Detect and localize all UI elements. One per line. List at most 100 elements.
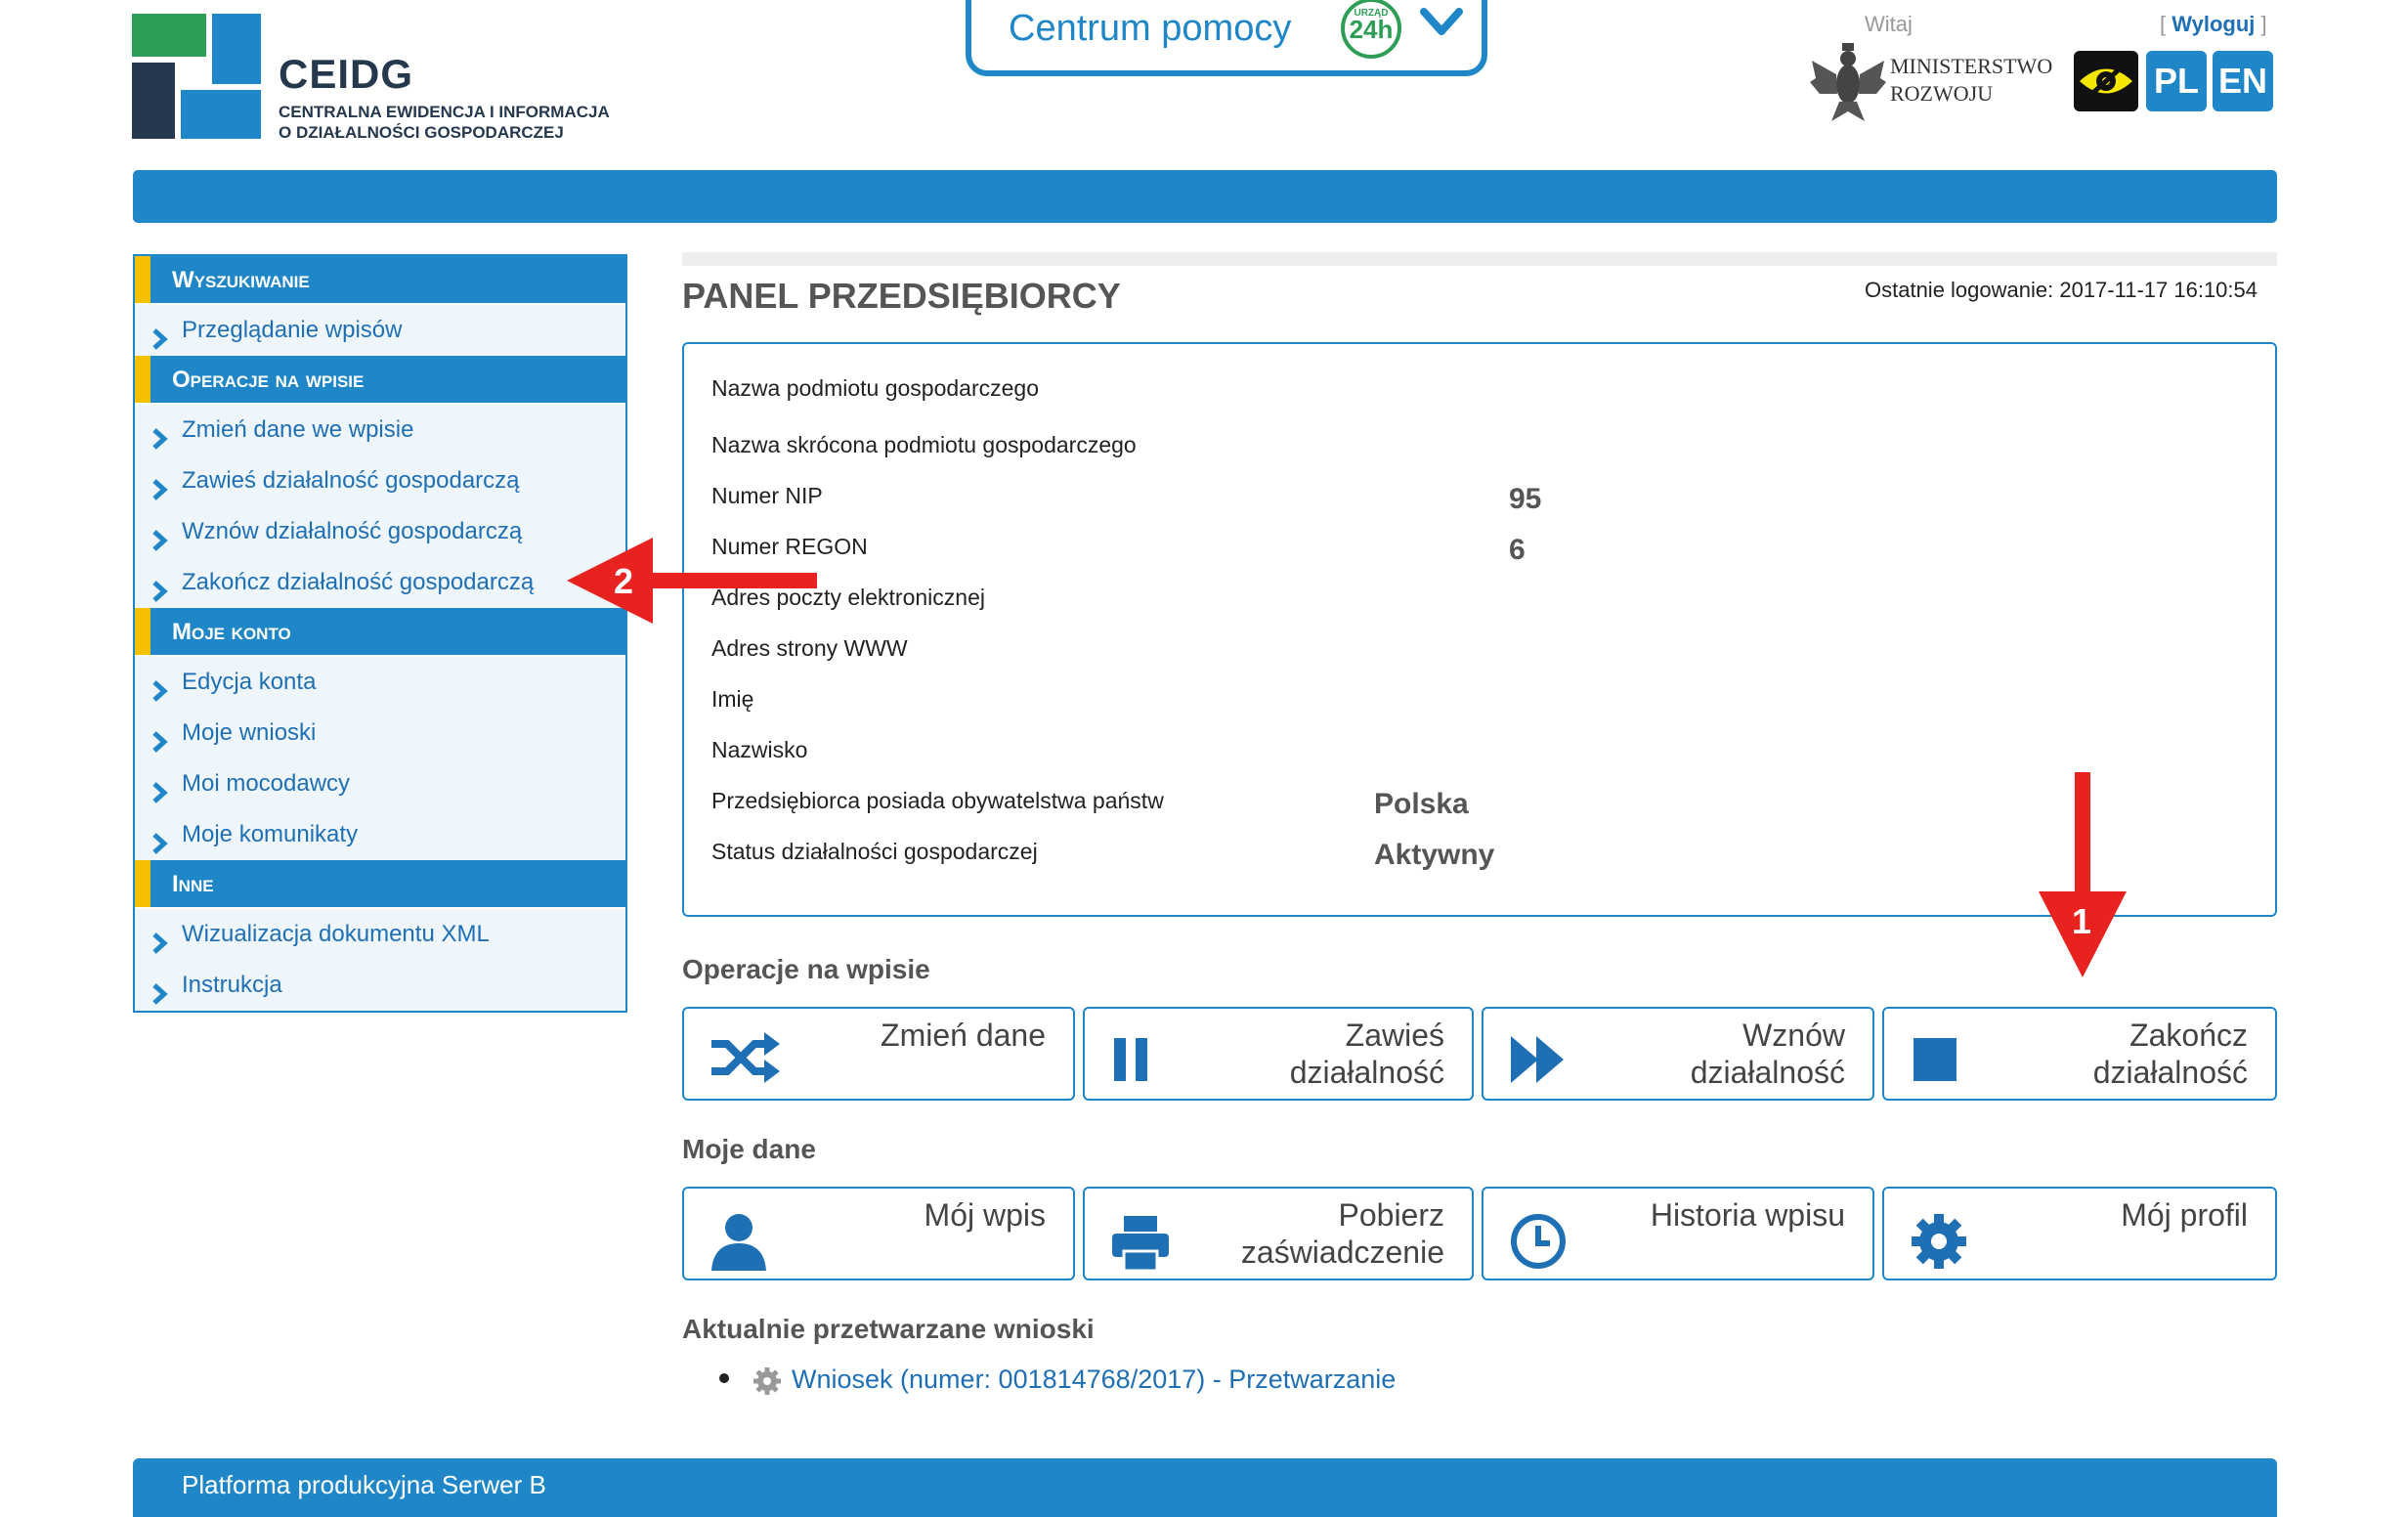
field-label-nip: Numer NIP [711,483,823,508]
clock-icon [1509,1212,1568,1276]
sidebar-item-my-principals[interactable]: Moi mocodawcy [135,758,625,809]
sidebar-item-label: Zawieś działalność gospodarczą [182,467,520,494]
sidebar-heading-search: Wyszukiwanie [135,256,625,303]
ceidg-logo-icon[interactable] [132,14,261,139]
resume-business-button[interactable]: Wznów działalność [1482,1007,1874,1101]
button-label: Wznów działalność [1691,1017,1845,1091]
user-icon [710,1212,768,1276]
button-label: Mój wpis [924,1196,1046,1234]
ministry-line2: ROZWOJU [1890,81,1994,106]
page-title: PANEL PRZEDSIĘBIORCY [682,276,1121,316]
sidebar-item-label: Edycja konta [182,669,317,695]
download-certificate-button[interactable]: Pobierz zaświadczenie [1083,1187,1474,1280]
close-business-button[interactable]: Zakończ działalność [1882,1007,2277,1101]
button-label: Historia wpisu [1651,1196,1845,1234]
logo-subtitle-line2: O DZIAŁALNOŚCI GOSPODARCZEJ [279,123,564,142]
sidebar-item-label: Zmień dane we wpisie [182,416,414,443]
chevron-down-icon[interactable] [1419,6,1464,44]
logo-subtitle-line1: CENTRALNA EWIDENCJA I INFORMACJA [279,103,610,121]
button-label-line1: Mój wpis [924,1197,1046,1233]
sidebar-item-browse-entries[interactable]: Przeglądanie wpisów [135,305,625,356]
button-label-line2: działalność [2092,1055,2248,1090]
button-label-line2: zaświadczenie [1240,1235,1444,1270]
ministry-line1: MINISTERSTWO [1890,54,2053,78]
sidebar-item-edit-account[interactable]: Edycja konta [135,657,625,708]
language-pl-button[interactable]: PL [2146,51,2207,111]
button-label-line1: Zmień dane [881,1018,1046,1053]
title-divider [682,252,2277,266]
help-center-dropdown[interactable]: Centrum pomocy URZĄD 24h [966,0,1487,76]
language-en-button[interactable]: EN [2213,51,2273,111]
sidebar-item-label: Wizualizacja dokumentu XML [182,921,490,947]
section-title-entry-operations: Operacje na wpisie [682,954,930,984]
field-label-email: Adres poczty elektronicznej [711,585,985,610]
printer-icon [1110,1212,1171,1278]
last-login-timestamp: Ostatnie logowanie: 2017-11-17 16:10:54 [1865,278,2258,302]
sidebar-item-resume-business[interactable]: Wznów działalność gospodarczą [135,506,625,557]
field-value-nip: 95 [1509,483,1542,515]
help-center-label: Centrum pomocy [1009,8,1292,49]
chevron-right-icon [150,974,168,1024]
logo-subtitle: CENTRALNA EWIDENCJA I INFORMACJA O DZIAŁ… [279,102,610,143]
request-link[interactable]: Wniosek (numer: 001814768/2017) - Przetw… [792,1365,1396,1395]
annotation-label-2: 2 [614,561,634,601]
field-label-first-name: Imię [711,686,754,712]
fast-forward-icon [1509,1032,1568,1092]
button-label-line1: Zawieś [1345,1018,1444,1053]
button-label-line2: działalność [1289,1055,1444,1090]
logout-bracket-close: ] [2260,12,2267,36]
field-label-citizenship: Przedsiębiorca posiada obywatelstwa pańs… [711,788,1164,813]
sidebar-item-my-messages[interactable]: Moje komunikaty [135,809,625,860]
processing-gear-icon [752,1366,782,1401]
shuffle-icon [710,1032,780,1088]
section-title-my-data: Moje dane [682,1134,816,1164]
badge-main-text: 24h [1349,15,1394,44]
button-label-line1: Zakończ [2129,1018,2248,1053]
field-label-business-name: Nazwa podmiotu gospodarczego [711,375,1039,401]
sidebar-item-label: Instrukcja [182,972,282,998]
logo-title: CEIDG [279,51,414,97]
my-entry-button[interactable]: Mój wpis [682,1187,1075,1280]
footer-text: Platforma produkcyjna Serwer B [182,1470,546,1499]
field-value-citizenship: Polska [1374,788,1469,820]
sidebar-item-my-requests[interactable]: Moje wnioski [135,708,625,758]
sidebar-item-instructions[interactable]: Instrukcja [135,960,625,1011]
sidebar-item-change-data[interactable]: Zmień dane we wpisie [135,405,625,455]
entry-history-button[interactable]: Historia wpisu [1482,1187,1874,1280]
high-contrast-eye-icon[interactable] [2074,51,2138,111]
sidebar-item-suspend-business[interactable]: Zawieś działalność gospodarczą [135,455,625,506]
sidebar-item-label: Moje wnioski [182,719,317,746]
sidebar-item-label: Przeglądanie wpisów [182,317,403,343]
sidebar-item-xml-visualization[interactable]: Wizualizacja dokumentu XML [135,909,625,960]
sidebar-item-label: Moje komunikaty [182,821,359,847]
pause-icon [1110,1032,1153,1088]
button-label-line1: Pobierz [1338,1197,1445,1233]
button-label: Mój profil [2121,1196,2248,1234]
button-label-line1: Wznów [1742,1018,1845,1053]
field-value-regon: 6 [1509,534,1526,566]
button-label: Zakończ działalność [2093,1017,2248,1091]
button-label-line2: działalność [1690,1055,1845,1090]
my-profile-button[interactable]: Mój profil [1882,1187,2277,1280]
business-info-panel [682,342,2277,917]
sidebar: Wyszukiwanie Przeglądanie wpisów Operacj… [133,254,627,1013]
field-label-short-name: Nazwa skrócona podmiotu gospodarczego [711,432,1137,457]
field-label-last-name: Nazwisko [711,737,808,762]
suspend-business-button[interactable]: Zawieś działalność [1083,1007,1474,1101]
logout-link-wrapper: [ Wyloguj ] [2160,12,2267,37]
urzad-24h-badge: URZĄD 24h [1341,0,1401,59]
button-label: Zawieś działalność [1290,1017,1444,1091]
sidebar-item-close-business[interactable]: Zakończ działalność gospodarczą [135,557,625,608]
button-label: Zmień dane [881,1017,1046,1054]
sidebar-heading-my-account: Moje konto [135,608,625,655]
sidebar-item-label: Wznów działalność gospodarczą [182,518,523,544]
logout-link[interactable]: Wyloguj [2172,12,2255,36]
field-label-regon: Numer REGON [711,534,868,559]
polish-eagle-emblem-icon [1810,39,1886,123]
sidebar-item-label: Moi mocodawcy [182,770,351,797]
ministry-logo-text: MINISTERSTWO ROZWOJU [1890,53,2052,108]
button-label-line1: Mój profil [2121,1197,2248,1233]
top-navigation-bar [133,170,2277,223]
change-data-button[interactable]: Zmień dane [682,1007,1075,1101]
field-label-status: Status działalności gospodarczej [711,839,1038,864]
